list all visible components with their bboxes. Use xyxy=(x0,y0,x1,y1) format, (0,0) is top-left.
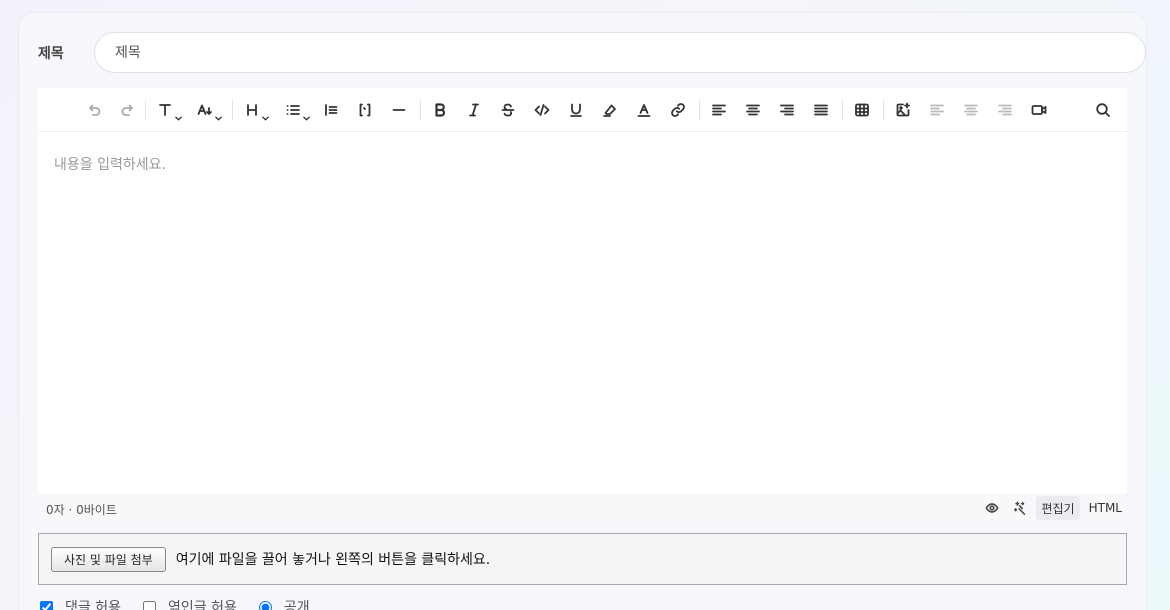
toolbar-separator xyxy=(842,100,843,120)
font-icon[interactable] xyxy=(156,98,182,122)
title-label: 제목 xyxy=(38,46,64,62)
video-icon[interactable] xyxy=(1027,98,1051,122)
title-input[interactable] xyxy=(94,32,1146,73)
blockquote-icon[interactable] xyxy=(319,98,343,122)
allow-trackback-option[interactable]: 엮인글 허용 xyxy=(142,597,237,610)
editor-statusbar: 0자 · 0바이트 편집기 HTML xyxy=(38,493,1127,525)
write-card: 제목 제목 내용을 입력하세요. 0자 · 0바이트 편집기 HTML 사진 및… xyxy=(19,13,1146,610)
title-row: 제목 xyxy=(38,32,1146,74)
public-label: 공개 xyxy=(283,600,310,610)
link-icon[interactable] xyxy=(666,98,690,122)
text-color-icon[interactable] xyxy=(632,98,656,122)
content-editor[interactable]: 내용을 입력하세요. xyxy=(38,132,1127,493)
mode-editor-button[interactable]: 편집기 xyxy=(1036,496,1080,520)
strike-icon[interactable] xyxy=(496,98,520,122)
editor-toolbar xyxy=(38,88,1127,132)
attach-file-button[interactable]: 사진 및 파일 첨부 xyxy=(51,546,166,572)
toolbar-separator xyxy=(699,100,700,120)
allow-trackback-label: 엮인글 허용 xyxy=(167,600,237,610)
align-center-icon[interactable] xyxy=(741,98,765,122)
image-align-left-icon[interactable] xyxy=(925,98,949,122)
bold-icon[interactable] xyxy=(428,98,452,122)
allow-comments-checkbox[interactable] xyxy=(40,600,53,610)
character-count: 0자 · 0바이트 xyxy=(46,502,117,517)
image-align-right-icon[interactable] xyxy=(993,98,1017,122)
allow-trackback-checkbox[interactable] xyxy=(142,600,156,610)
table-icon[interactable] xyxy=(850,98,874,122)
file-upload-area[interactable]: 사진 및 파일 첨부 여기에 파일을 끌어 놓거나 왼쪽의 버튼을 클릭하세요. xyxy=(38,533,1127,585)
heading-icon[interactable] xyxy=(243,98,269,122)
image-align-center-icon[interactable] xyxy=(959,98,983,122)
preview-icon[interactable] xyxy=(980,496,1004,520)
content-placeholder: 내용을 입력하세요. xyxy=(54,157,166,173)
magic-wand-icon[interactable] xyxy=(1008,496,1032,520)
upload-hint: 여기에 파일을 끌어 놓거나 왼쪽의 버튼을 클릭하세요. xyxy=(175,552,491,568)
align-left-icon[interactable] xyxy=(707,98,731,122)
public-option[interactable]: 공개 xyxy=(258,597,310,610)
italic-icon[interactable] xyxy=(462,98,486,122)
toolbar-separator xyxy=(883,100,884,120)
mode-html-button[interactable]: HTML xyxy=(1084,496,1127,520)
font-size-icon[interactable] xyxy=(195,98,223,122)
allow-comments-option[interactable]: 댓글 허용 xyxy=(40,597,121,610)
search-icon[interactable] xyxy=(1091,98,1115,122)
image-icon[interactable] xyxy=(891,98,915,122)
highlight-icon[interactable] xyxy=(598,98,622,122)
align-justify-icon[interactable] xyxy=(809,98,833,122)
toolbar-separator xyxy=(420,100,421,120)
editor: 내용을 입력하세요. xyxy=(38,88,1127,493)
list-icon[interactable] xyxy=(283,98,311,122)
post-options: 댓글 허용 엮인글 허용 공개 xyxy=(40,597,332,610)
toolbar-separator xyxy=(145,100,146,120)
mode-switcher: 편집기 HTML xyxy=(980,496,1127,520)
redo-icon[interactable] xyxy=(116,98,140,122)
underline-icon[interactable] xyxy=(564,98,588,122)
toolbar-separator xyxy=(232,100,233,120)
align-right-icon[interactable] xyxy=(775,98,799,122)
code-block-icon[interactable] xyxy=(353,98,377,122)
horizontal-rule-icon[interactable] xyxy=(387,98,411,122)
undo-icon[interactable] xyxy=(82,98,106,122)
code-icon[interactable] xyxy=(530,98,554,122)
allow-comments-label: 댓글 허용 xyxy=(65,600,121,610)
public-radio[interactable] xyxy=(258,600,272,610)
